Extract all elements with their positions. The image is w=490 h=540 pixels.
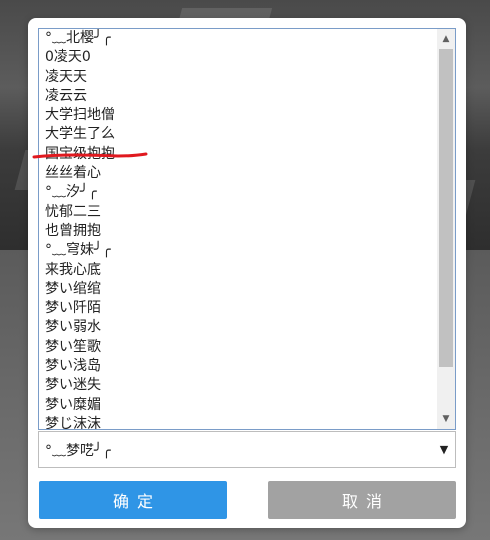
list-item[interactable]: 来我心底 [39, 261, 437, 280]
chevron-down-icon: ▼ [439, 443, 449, 456]
list-item[interactable]: 凌天天 [39, 68, 437, 87]
list-item[interactable]: 大学生了么 [39, 125, 437, 144]
scroll-up-icon[interactable]: ▲ [437, 30, 455, 48]
option-list: °﹏北樱╯╭ 0凌天0 凌天天 凌云云 大学扫地僧 大学生了么 国宝级抱抱 丝丝着心 °﹏汐╯╭… [39, 29, 437, 429]
select-current-value: °﹏梦呓╯╭ [45, 442, 111, 459]
list-item[interactable]: 梦い笙歌 [39, 338, 437, 357]
confirm-button[interactable]: 确定 [39, 481, 227, 519]
list-item[interactable]: 也曾拥抱 [39, 222, 437, 241]
cancel-button[interactable]: 取消 [268, 481, 456, 519]
list-item[interactable]: 0凌天0 [39, 48, 437, 67]
list-item[interactable]: 梦い绾绾 [39, 280, 437, 299]
list-item[interactable]: 梦い迷失 [39, 376, 437, 395]
dropdown-list[interactable]: °﹏北樱╯╭ 0凌天0 凌天天 凌云云 大学扫地僧 大学生了么 国宝级抱抱 丝丝着心 °﹏汐╯╭… [38, 28, 456, 430]
nickname-select[interactable]: °﹏梦呓╯╭ ▼ [38, 431, 456, 468]
list-item[interactable]: 国宝级抱抱 [39, 145, 437, 164]
scroll-thumb[interactable] [439, 49, 453, 367]
list-item[interactable]: 梦い弱水 [39, 318, 437, 337]
list-item[interactable]: °﹏穹妹╯╭ [39, 241, 437, 260]
list-item[interactable]: °﹏汐╯╭ [39, 183, 437, 202]
list-item[interactable]: 忧郁二三 [39, 203, 437, 222]
list-scrollbar[interactable]: ▲ ▼ [437, 29, 455, 429]
list-item[interactable]: 大学扫地僧 [39, 106, 437, 125]
list-item[interactable]: °﹏北樱╯╭ [39, 29, 437, 48]
list-item[interactable]: 梦い浅岛 [39, 357, 437, 376]
scroll-down-icon[interactable]: ▼ [437, 410, 455, 428]
list-item[interactable]: 丝丝着心 [39, 164, 437, 183]
list-item[interactable]: 梦じ沫沫 [39, 415, 437, 429]
list-item[interactable]: 凌云云 [39, 87, 437, 106]
list-item[interactable]: 梦い阡陌 [39, 299, 437, 318]
list-item[interactable]: 梦い糜媚 [39, 396, 437, 415]
